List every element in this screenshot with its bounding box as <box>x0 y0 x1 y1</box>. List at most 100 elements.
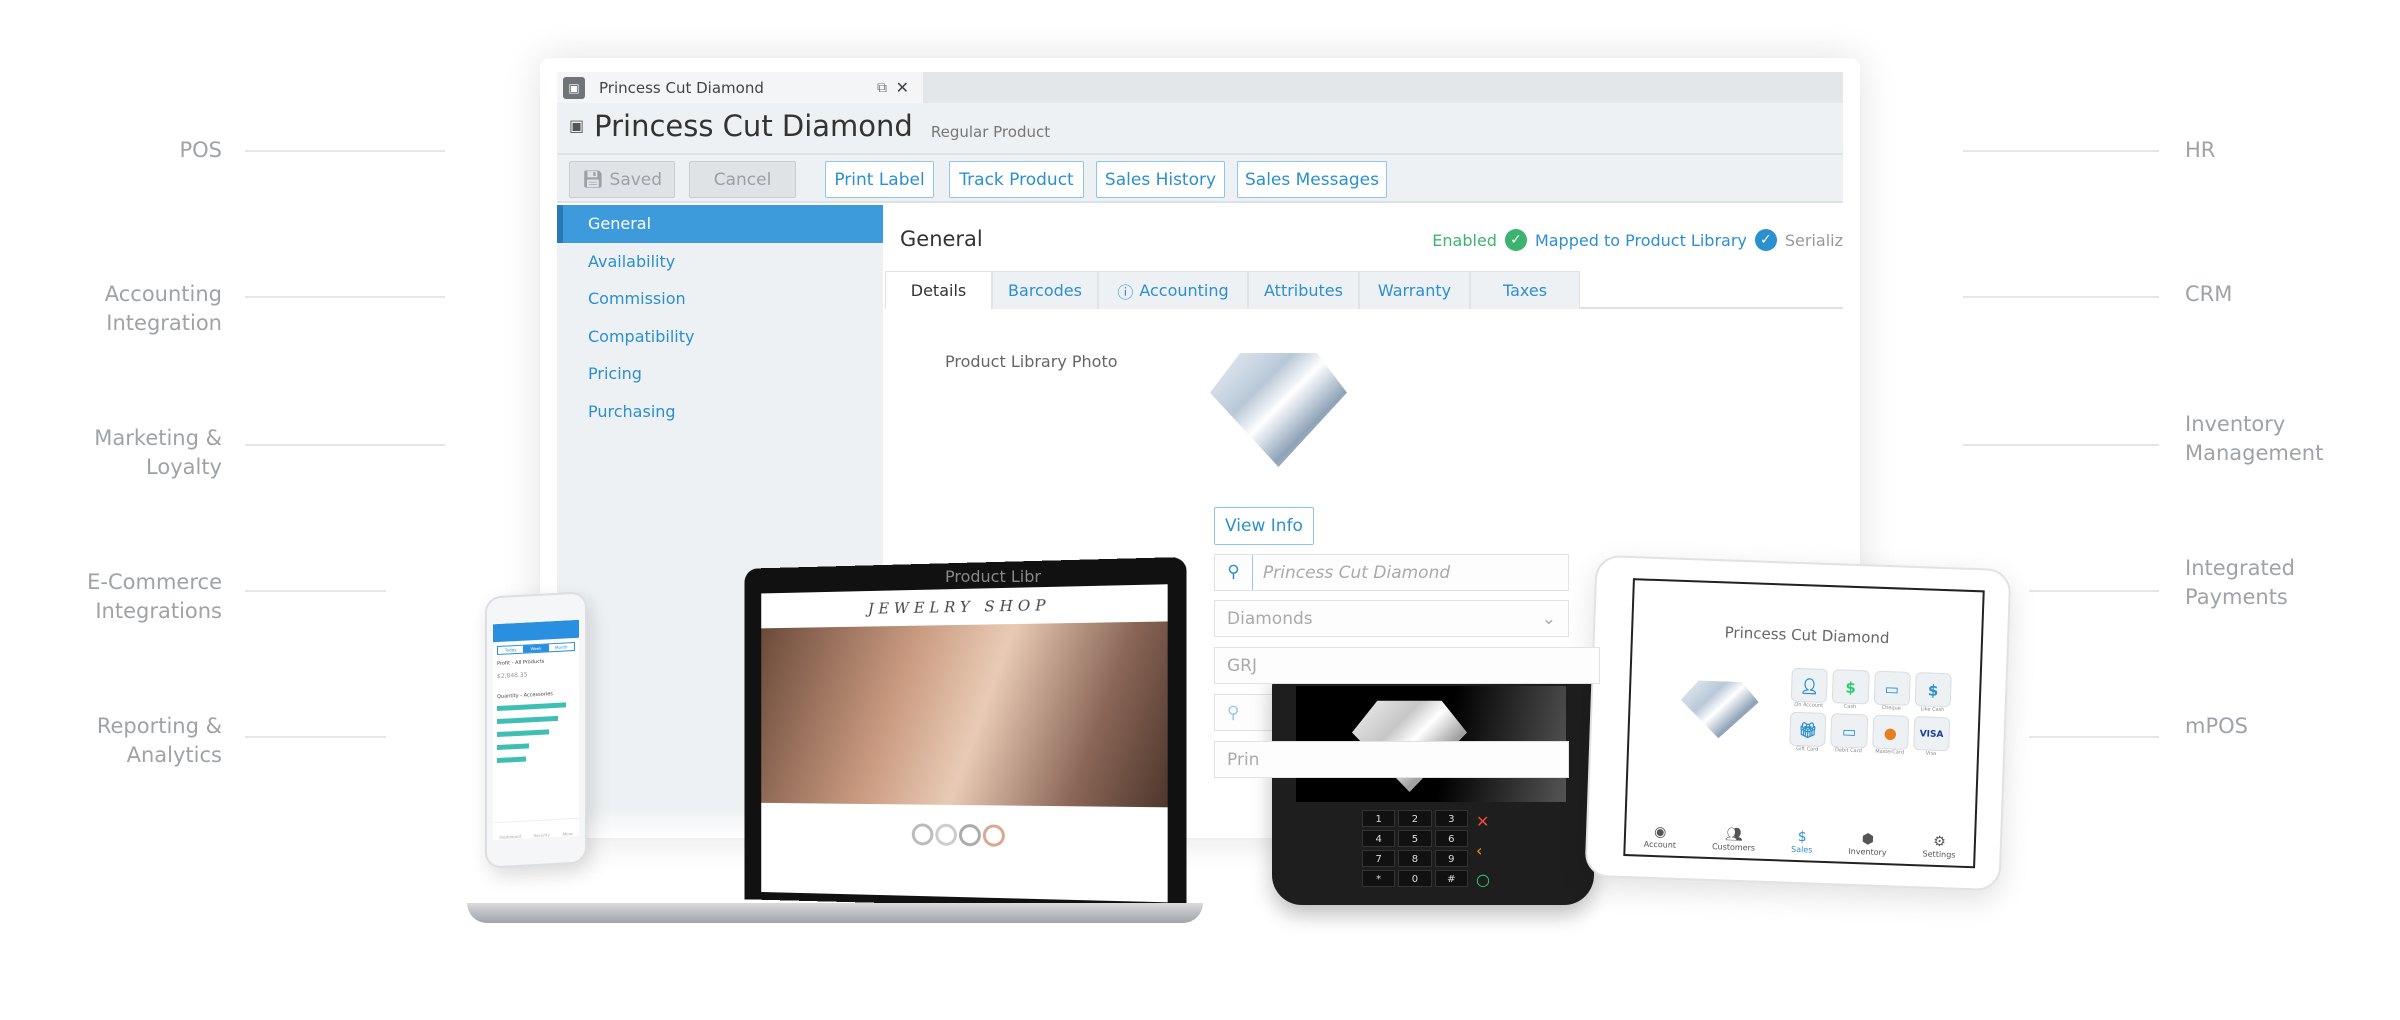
document-tab-title: Princess Cut Diamond <box>599 78 764 97</box>
saved-button[interactable]: 💾︎ Saved <box>569 161 675 198</box>
laptop-device: JEWELRY SHOP <box>744 556 1187 912</box>
serialized-label: Serializ <box>1784 230 1843 250</box>
phone-nav-item[interactable]: Security <box>534 832 550 838</box>
label-line: Loyalty <box>146 455 222 479</box>
sidebar-item-availability[interactable]: Availability <box>557 243 883 281</box>
library-search-input[interactable]: ⚲ Princess Cut Diamond <box>1214 554 1569 591</box>
label-line: Analytics <box>126 743 222 767</box>
tender-icon: 🎁︎ <box>1789 711 1827 747</box>
status-bar: Enabled ✓ Mapped to Product Library ✓ Se… <box>1432 229 1843 251</box>
tender-button[interactable]: ▭ Cheque <box>1873 670 1911 712</box>
sidebar-item-general[interactable]: General <box>557 205 883 243</box>
diamond-photo <box>1210 353 1347 467</box>
tender-label: Cheque <box>1881 704 1901 712</box>
label-line: Inventory <box>2185 412 2286 436</box>
tender-button[interactable]: ● MasterCard <box>1871 714 1910 756</box>
tab-warranty[interactable]: Warranty <box>1359 271 1470 309</box>
search-placeholder: Princess Cut Diamond <box>1263 562 1451 583</box>
tab-accounting[interactable]: ⓘ Accounting <box>1098 271 1248 309</box>
tender-icon: ● <box>1871 714 1910 750</box>
product-icon: ▣ <box>569 116 585 135</box>
tab-details[interactable]: Details <box>885 271 992 309</box>
right-feature-label: HR <box>2185 136 2215 165</box>
tab-attributes[interactable]: Attributes <box>1248 271 1359 309</box>
divider <box>245 590 386 592</box>
tender-button[interactable]: 👤︎ On Account <box>1790 667 1829 709</box>
tablet-nav-sales[interactable]: $ Sales <box>1791 829 1813 855</box>
phone-bar <box>497 729 550 738</box>
rings-image <box>761 803 1167 869</box>
keypad-key[interactable]: 5 <box>1398 830 1432 847</box>
keypad-key[interactable]: # <box>1434 870 1468 887</box>
tender-label: Like Cash <box>1920 706 1945 714</box>
nav-label: Inventory <box>1848 846 1887 858</box>
nav-icon: ⬢ <box>1861 831 1875 848</box>
label-line: Integrated <box>2185 556 2295 580</box>
name-input[interactable]: Prin <box>1214 741 1569 778</box>
search-icon: ⚲ <box>1227 702 1240 723</box>
phone-tab[interactable]: Month <box>549 643 574 651</box>
code-input[interactable]: GRJ <box>1214 647 1600 684</box>
keypad-key[interactable]: 6 <box>1434 830 1468 847</box>
tablet-nav-inventory[interactable]: ⬢ Inventory <box>1848 831 1887 857</box>
cancel-button[interactable]: Cancel <box>689 161 796 198</box>
category-select[interactable]: Diamonds ⌄ <box>1214 600 1569 637</box>
right-feature-label: Inventory Management <box>2185 410 2323 468</box>
close-icon[interactable]: ✕ <box>896 78 909 97</box>
phone-device: Today Week Month Profit - All Products $2,… <box>485 591 587 869</box>
sidebar-item-commission[interactable]: Commission <box>557 280 883 318</box>
sales-history-button[interactable]: Sales History <box>1096 161 1225 198</box>
product-icon: ▣ <box>563 76 585 99</box>
nav-icon: $ <box>1797 829 1807 846</box>
label-line: Integration <box>106 311 222 335</box>
sidebar-item-purchasing[interactable]: Purchasing <box>557 393 883 431</box>
phone-nav-item[interactable]: Dashboard <box>499 834 521 840</box>
tender-icon: ▭ <box>1830 713 1868 749</box>
tablet-nav-account[interactable]: ◉ Account <box>1644 824 1677 850</box>
backspace-key-icon[interactable]: ‹ <box>1476 841 1490 860</box>
keypad-key[interactable]: 7 <box>1362 850 1396 867</box>
detail-tabs: Details Barcodes ⓘ Accounting Attributes Warr… <box>885 271 1843 309</box>
keypad-key[interactable]: 1 <box>1362 810 1396 827</box>
keypad-key[interactable]: * <box>1362 870 1396 887</box>
view-info-button[interactable]: View Info <box>1214 507 1314 545</box>
sidebar-item-pricing[interactable]: Pricing <box>557 355 883 393</box>
track-product-button[interactable]: Track Product <box>949 161 1084 198</box>
keypad-key[interactable]: 3 <box>1434 810 1468 827</box>
section-title: General <box>900 227 983 251</box>
phone-tab[interactable]: Today <box>498 646 523 654</box>
tender-button[interactable]: VISA Visa <box>1912 716 1951 757</box>
search-icon: ⚲ <box>1215 555 1253 590</box>
tender-icon: $ <box>1831 669 1870 705</box>
popout-icon[interactable]: ⧉ <box>877 80 887 96</box>
keypad-key[interactable]: 4 <box>1362 830 1396 847</box>
print-label-button[interactable]: Print Label <box>825 161 934 198</box>
tender-button[interactable]: $ Like Cash <box>1914 672 1952 713</box>
left-feature-label: Reporting & Analytics <box>97 712 222 770</box>
enter-key-icon[interactable]: ○ <box>1476 870 1490 889</box>
tender-button[interactable]: $ Cash <box>1831 669 1870 710</box>
page-title: Princess Cut Diamond <box>594 109 913 143</box>
sidebar-item-compatibility[interactable]: Compatibility <box>557 318 883 356</box>
phone-card-title: Quantity - Accessories <box>497 691 553 701</box>
tablet-nav-settings[interactable]: ⚙ Settings <box>1922 833 1956 860</box>
keypad-key[interactable]: 0 <box>1398 870 1432 887</box>
document-tab[interactable]: ▣ Princess Cut Diamond ⧉ ✕ <box>557 72 923 103</box>
sales-messages-button[interactable]: Sales Messages <box>1237 161 1387 198</box>
cancel-key-icon[interactable]: ✕ <box>1476 812 1490 831</box>
tab-taxes[interactable]: Taxes <box>1470 271 1580 309</box>
keypad-key[interactable]: 9 <box>1434 850 1468 867</box>
keypad-key[interactable]: 2 <box>1398 810 1432 827</box>
diamond-image <box>1679 677 1759 740</box>
keypad-key[interactable]: 8 <box>1398 850 1432 867</box>
tablet-nav-customers[interactable]: 👥︎ Customers <box>1712 826 1756 853</box>
tab-barcodes[interactable]: Barcodes <box>992 271 1098 309</box>
label-line: Marketing & <box>94 426 222 450</box>
document-tab-bar: ▣ Princess Cut Diamond ⧉ ✕ <box>557 72 1843 103</box>
phone-tab[interactable]: Week <box>523 644 549 653</box>
tender-icon: VISA <box>1912 716 1951 752</box>
tender-button[interactable]: ▭ Debit Card <box>1830 713 1868 754</box>
phone-nav-item[interactable]: More <box>563 831 573 837</box>
label-line: POS <box>179 138 222 162</box>
tender-button[interactable]: 🎁︎ Gift Card <box>1789 711 1827 753</box>
